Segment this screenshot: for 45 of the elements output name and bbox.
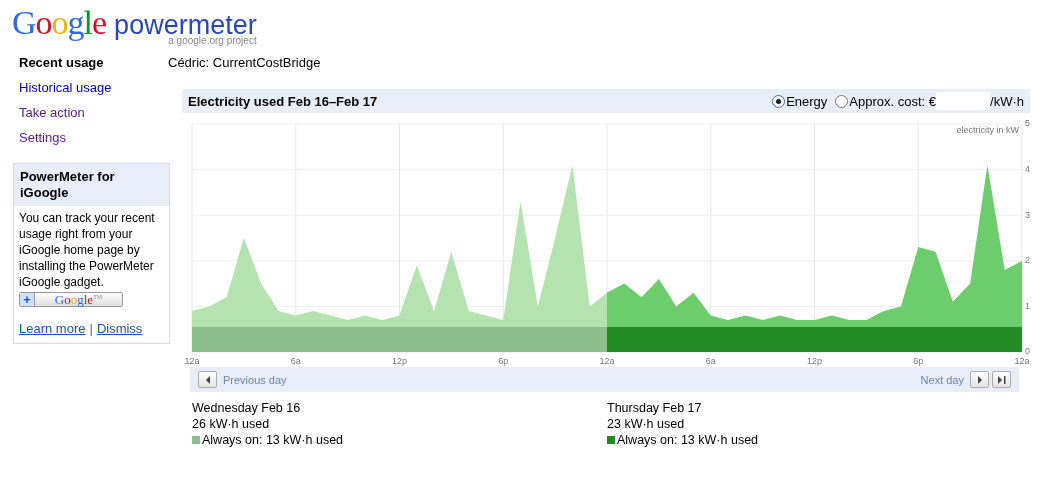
next-day-button[interactable] — [970, 371, 989, 388]
x-tick-label: 12p — [392, 356, 407, 366]
y-tick-label: 3 — [1025, 209, 1030, 220]
day-usage: 26 kW·h used — [192, 416, 271, 432]
y-tick-label: 1 — [1025, 300, 1030, 311]
x-tick-label: 6p — [913, 356, 924, 366]
y-tick-label: 4 — [1025, 164, 1030, 174]
dismiss-link[interactable]: Dismiss — [96, 321, 143, 337]
x-tick-label: 6p — [498, 356, 509, 366]
sidebar-link[interactable]: Historical usage — [19, 79, 170, 97]
y-tick-label: 2 — [1025, 255, 1030, 266]
right-triangle-icon — [976, 375, 983, 384]
x-tick-label: 6a — [705, 356, 716, 366]
radio-button[interactable] — [772, 94, 786, 108]
y-tick-label: 5 — [1025, 119, 1030, 129]
day-date: Wednesday Feb 16 — [192, 400, 302, 416]
promo-text: You can track your recent usage right from your iGoogle home page by installing the PowerMeter iGoogle gadget. — [19, 210, 156, 290]
axis-label: electricity in kW — [956, 125, 1019, 135]
day-date: Thursday Feb 17 — [607, 400, 703, 416]
sidebar-link[interactable]: Take action — [19, 104, 170, 122]
always-on-usage: Always on: 13 kW·h used — [202, 432, 344, 448]
left-triangle-icon — [204, 375, 211, 384]
previous-day-button[interactable] — [198, 371, 217, 388]
y-tick-label: 0 — [1025, 346, 1030, 357]
skip-end-icon — [997, 375, 1006, 384]
x-tick-label: 12a — [1014, 356, 1030, 366]
radio-button[interactable] — [835, 94, 849, 108]
add-gadget-button[interactable]: + Google$^{TM}$ — [19, 292, 123, 307]
unit-label: /kW·h — [990, 93, 1024, 109]
learn-more-link[interactable]: Learn more — [19, 321, 86, 337]
sidebar-link[interactable]: Settings — [19, 129, 170, 147]
x-tick-label: 6a — [290, 356, 301, 366]
radio-label[interactable]: Approx. cost: € — [849, 93, 937, 109]
chart-title: Electricity used Feb 16–Feb 17 — [188, 93, 379, 109]
x-tick-label: 12a — [599, 356, 615, 366]
always-on-usage: Always on: 13 kW·h used — [617, 432, 759, 448]
x-tick-label: 12a — [184, 356, 200, 366]
last-day-button[interactable] — [992, 371, 1011, 388]
radio-label[interactable]: Energy — [786, 93, 828, 109]
separator: | — [89, 321, 93, 337]
logo-wordmark: Google — [12, 7, 107, 39]
promo-title: PowerMeter for iGoogle — [14, 164, 169, 206]
x-tick-label: 12p — [807, 356, 822, 366]
device-name: Cédric: CurrentCostBridge — [168, 55, 321, 70]
day-usage: 23 kW·h used — [607, 416, 686, 432]
